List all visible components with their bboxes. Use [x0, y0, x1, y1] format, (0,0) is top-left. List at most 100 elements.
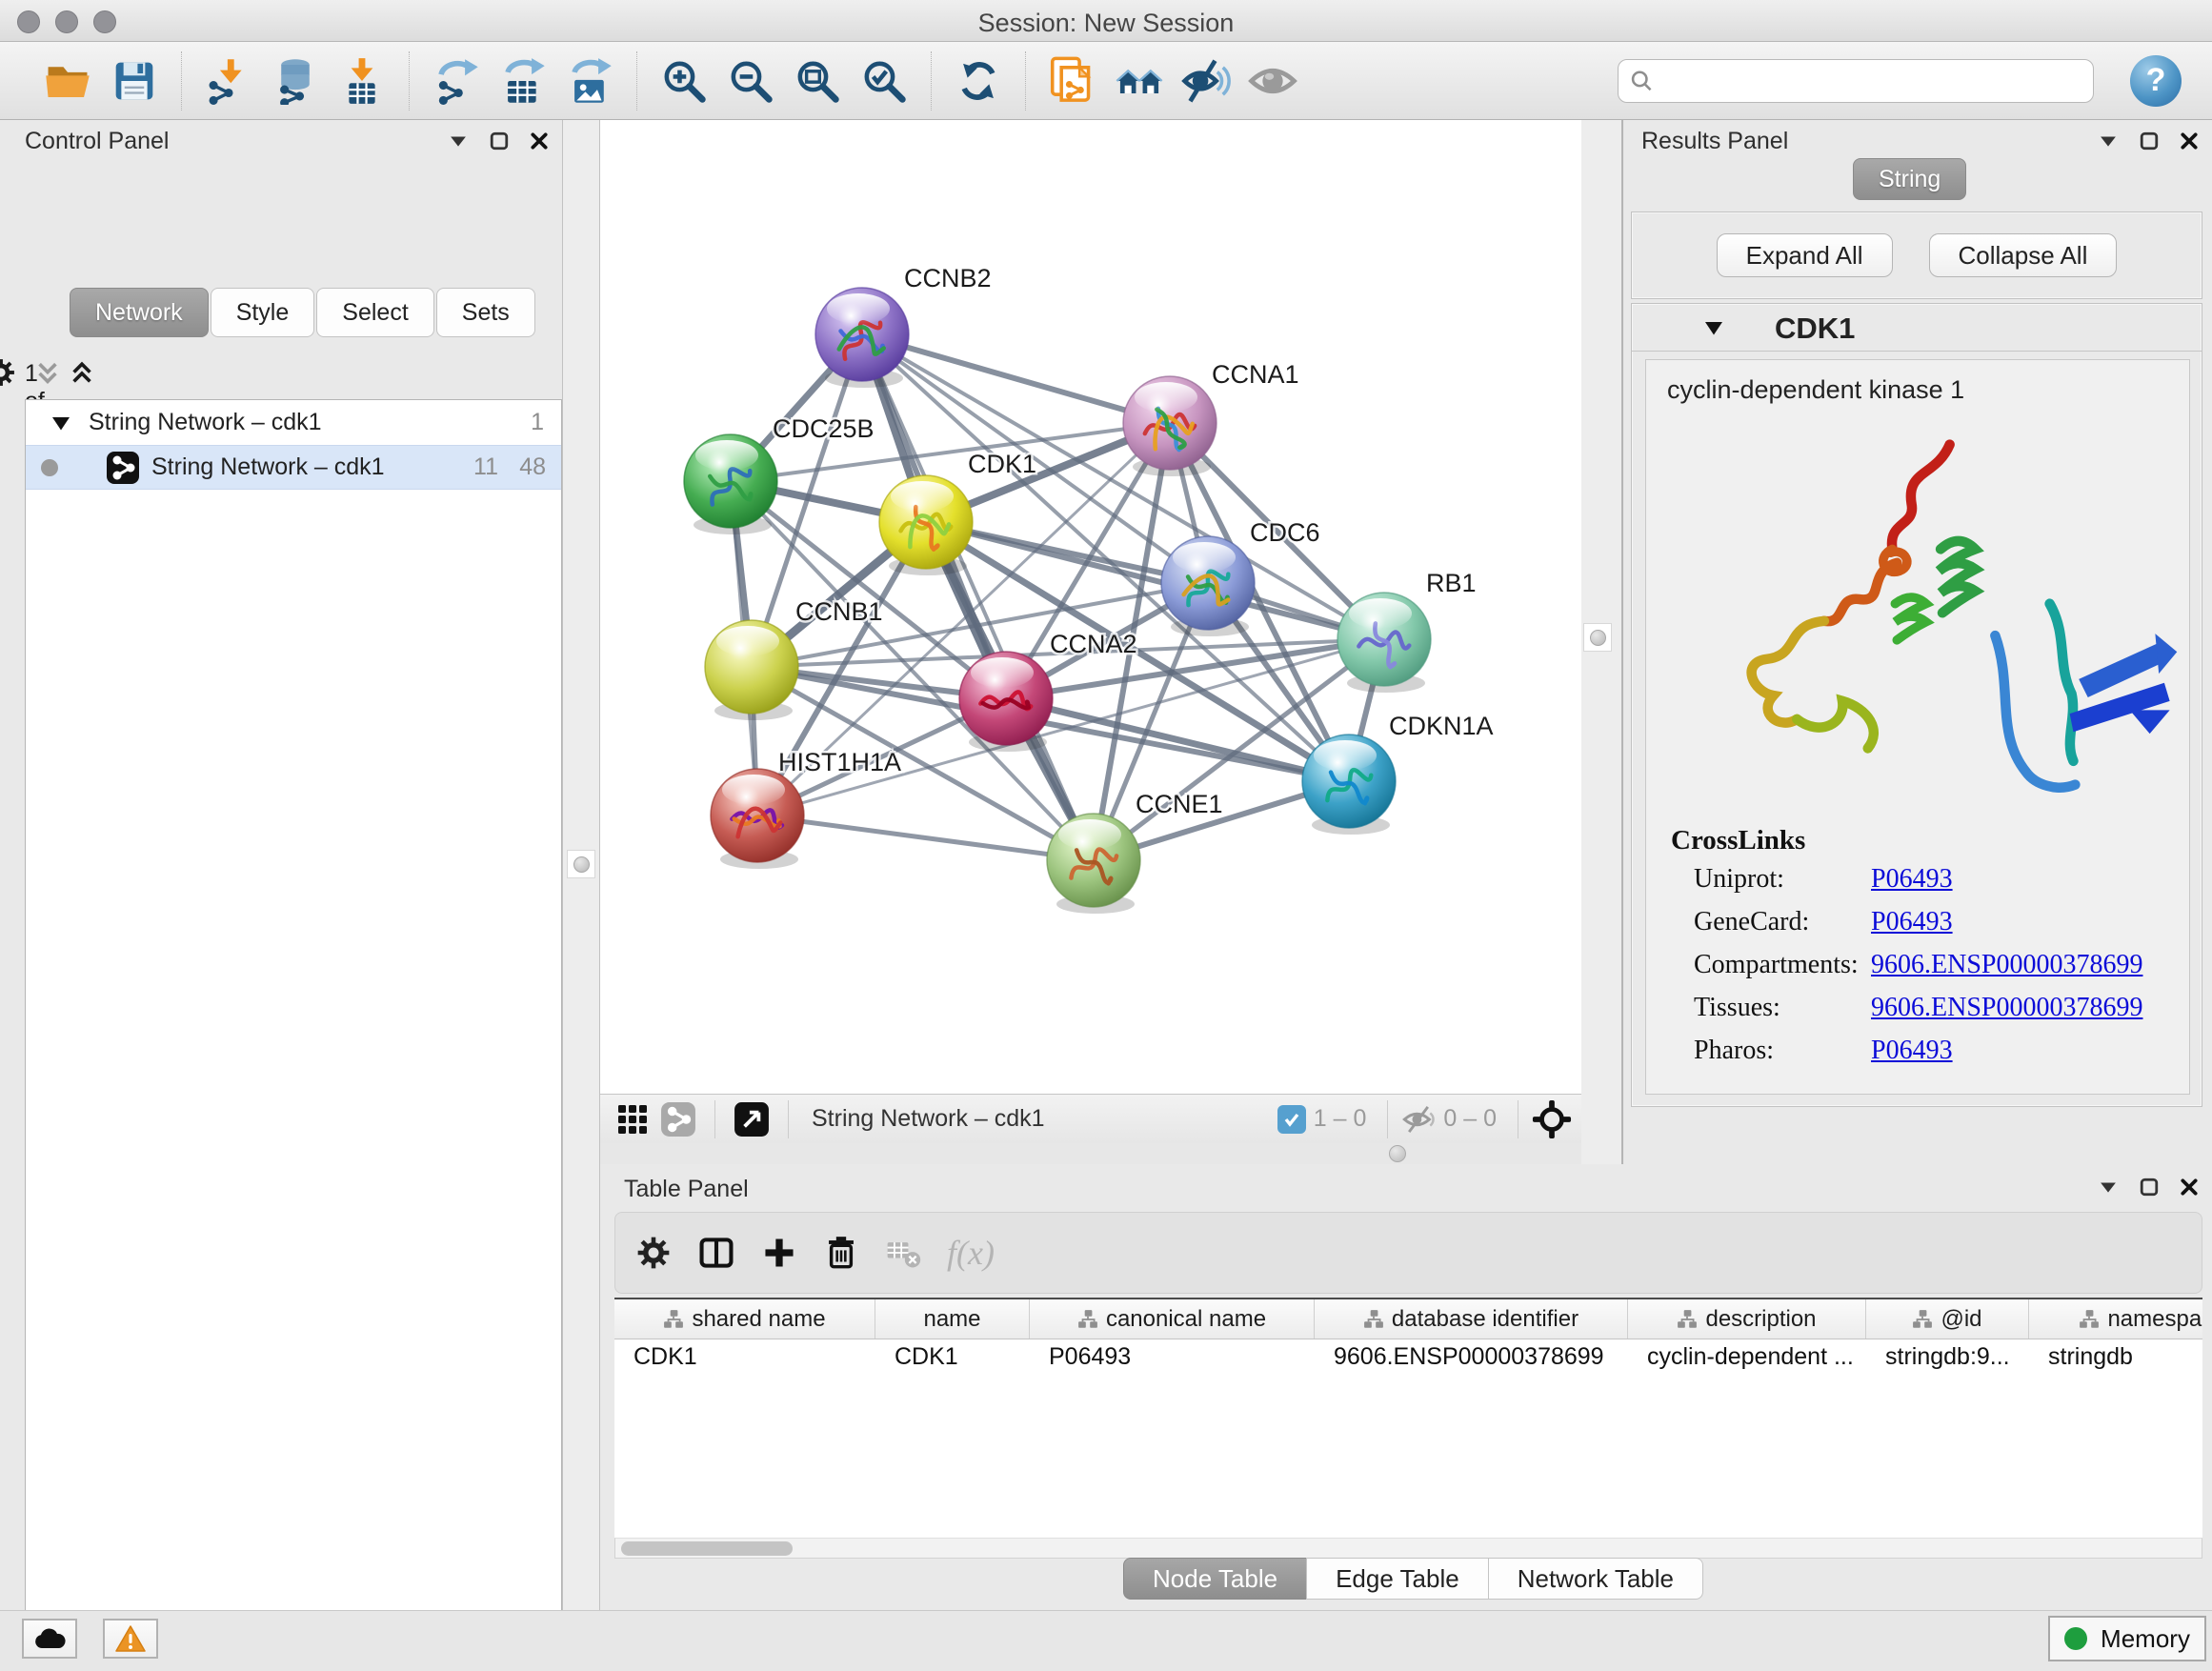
help-button[interactable]: ? — [2130, 55, 2182, 107]
cloud-status-button[interactable] — [22, 1619, 77, 1659]
node-CDK1[interactable]: CDK1 — [879, 450, 1036, 575]
show-grid-button[interactable] — [612, 1098, 654, 1140]
database-icon — [271, 57, 319, 105]
node-CCNE1[interactable]: CCNE1 — [1047, 790, 1223, 914]
node-RB1[interactable]: RB1 — [1337, 569, 1477, 693]
column-header-shared-name[interactable]: shared name — [614, 1299, 875, 1339]
table-cell[interactable]: stringdb:9... — [1866, 1339, 2029, 1376]
maximize-panel-icon[interactable] — [2140, 1178, 2159, 1197]
search-input[interactable] — [1654, 67, 2081, 95]
tab-network[interactable]: Network — [70, 288, 209, 337]
table-cell[interactable]: cyclin-dependent ... — [1628, 1339, 1866, 1376]
crosslink-link[interactable]: P06493 — [1871, 864, 1953, 895]
node-HIST1H1A[interactable]: HIST1H1A — [711, 748, 901, 869]
hidden-eye-icon[interactable] — [1401, 1102, 1436, 1137]
float-panel-icon[interactable] — [2098, 1178, 2119, 1196]
tree-expand-icon[interactable] — [50, 414, 71, 432]
table-cell[interactable]: P06493 — [1030, 1339, 1315, 1376]
crosslink-link[interactable]: P06493 — [1871, 907, 1953, 937]
close-panel-icon[interactable] — [2180, 1178, 2199, 1197]
delete-column-icon[interactable] — [823, 1235, 859, 1271]
zoom-in-button[interactable] — [657, 54, 711, 108]
column-header-description[interactable]: description — [1628, 1299, 1866, 1339]
export-image-button[interactable] — [563, 54, 616, 108]
open-session-button[interactable] — [41, 54, 94, 108]
crosslink-link[interactable]: 9606.ENSP00000378699 — [1871, 993, 2142, 1023]
scrollbar-thumb[interactable] — [621, 1541, 793, 1556]
right-splitter-grip[interactable] — [1583, 623, 1612, 652]
table-settings-gear-icon[interactable] — [634, 1234, 673, 1272]
table-row[interactable]: CDK1CDK1P064939606.ENSP00000378699cyclin… — [614, 1339, 2202, 1376]
refresh-network-button[interactable] — [952, 54, 1005, 108]
tab-node-table[interactable]: Node Table — [1123, 1558, 1307, 1600]
expand-all-button[interactable]: Expand All — [1717, 233, 1893, 277]
string-import-button[interactable] — [1046, 54, 1099, 108]
export-table-button[interactable] — [496, 54, 550, 108]
network-share-button[interactable] — [657, 1098, 699, 1140]
column-header-canonical-name[interactable]: canonical name — [1030, 1299, 1315, 1339]
node-CDKN1A[interactable]: CDKN1A — [1302, 712, 1494, 835]
show-graphics-details-button[interactable] — [1246, 54, 1299, 108]
table-cell[interactable]: CDK1 — [614, 1339, 875, 1376]
network-collection-row[interactable]: String Network – cdk1 1 — [26, 400, 561, 445]
edge-HIST1H1A-CCNE1[interactable] — [757, 815, 1094, 860]
birds-eye-view-button[interactable] — [731, 1098, 773, 1140]
network-options-gear-icon[interactable] — [0, 356, 17, 389]
column-header-database-identifier[interactable]: database identifier — [1315, 1299, 1628, 1339]
edge-CCNB2-CCNE1[interactable] — [862, 334, 1094, 860]
zoom-selected-button[interactable] — [857, 54, 911, 108]
crosslink-link[interactable]: 9606.ENSP00000378699 — [1871, 950, 2142, 980]
show-columns-icon[interactable] — [697, 1234, 735, 1272]
table-horizontal-scrollbar[interactable] — [614, 1538, 2202, 1559]
maximize-panel-icon[interactable] — [490, 131, 509, 151]
bottom-splitter-grip[interactable] — [1389, 1145, 1406, 1162]
warning-status-button[interactable] — [103, 1619, 158, 1659]
table-cell[interactable]: stringdb — [2029, 1339, 2202, 1376]
left-splitter-grip[interactable] — [567, 850, 595, 878]
collapse-all-button[interactable]: Collapse All — [1929, 233, 2118, 277]
control-panel-title: Control Panel — [25, 128, 169, 155]
selected-checkbox-icon[interactable] — [1277, 1105, 1306, 1134]
memory-button[interactable]: Memory — [2048, 1616, 2206, 1661]
network-graph[interactable]: CCNB2CCNA1CDC25BCDK1CDC6RB1CCNB1CCNA2CDK… — [600, 120, 1581, 1094]
node-CCNB1[interactable]: CCNB1 — [705, 597, 883, 720]
tab-network-table[interactable]: Network Table — [1488, 1558, 1703, 1600]
node-CCNA1[interactable]: CCNA1 — [1123, 360, 1299, 476]
string-home-button[interactable] — [1113, 54, 1166, 108]
crosslink-link[interactable]: P06493 — [1871, 1036, 1953, 1066]
float-panel-icon[interactable] — [448, 132, 469, 150]
right-splitter[interactable] — [1581, 120, 1623, 1164]
column-header-@id[interactable]: @id — [1866, 1299, 2029, 1339]
network-row-selected[interactable]: String Network – cdk1 11 48 — [26, 445, 561, 490]
close-panel-icon[interactable] — [530, 131, 549, 151]
tab-sets[interactable]: Sets — [436, 288, 535, 337]
table-cell[interactable]: 9606.ENSP00000378699 — [1315, 1339, 1628, 1376]
crosshair-icon[interactable] — [1532, 1099, 1572, 1139]
expand-all-icon[interactable] — [69, 360, 95, 387]
zoom-out-button[interactable] — [724, 54, 777, 108]
tab-style[interactable]: Style — [211, 288, 315, 337]
string-glass-effect-button[interactable] — [1179, 54, 1233, 108]
tab-string[interactable]: String — [1853, 158, 1966, 200]
tab-select[interactable]: Select — [316, 288, 433, 337]
left-splitter[interactable] — [562, 120, 600, 1610]
save-session-button[interactable] — [108, 54, 161, 108]
close-panel-icon[interactable] — [2180, 131, 2199, 151]
import-network-button[interactable] — [202, 54, 255, 108]
column-header-name[interactable]: name — [875, 1299, 1030, 1339]
float-panel-icon[interactable] — [2098, 132, 2119, 150]
add-column-icon[interactable] — [760, 1234, 798, 1272]
collapse-all-icon[interactable] — [34, 360, 61, 387]
gene-section-header[interactable]: CDK1 — [1632, 304, 2202, 352]
zoom-fit-button[interactable] — [791, 54, 844, 108]
table-cell[interactable]: CDK1 — [875, 1339, 1030, 1376]
tab-edge-table[interactable]: Edge Table — [1306, 1558, 1489, 1600]
section-collapse-icon[interactable] — [1702, 319, 1725, 336]
maximize-panel-icon[interactable] — [2140, 131, 2159, 151]
import-network-from-database-button[interactable] — [269, 54, 322, 108]
import-table-button[interactable] — [335, 54, 389, 108]
network-canvas[interactable]: CCNB2CCNA1CDC25BCDK1CDC6RB1CCNB1CCNA2CDK… — [600, 120, 1581, 1094]
column-header-namespace[interactable]: namespace — [2029, 1299, 2202, 1339]
export-network-button[interactable] — [430, 54, 483, 108]
node-CCNB2[interactable]: CCNB2 — [815, 264, 992, 388]
